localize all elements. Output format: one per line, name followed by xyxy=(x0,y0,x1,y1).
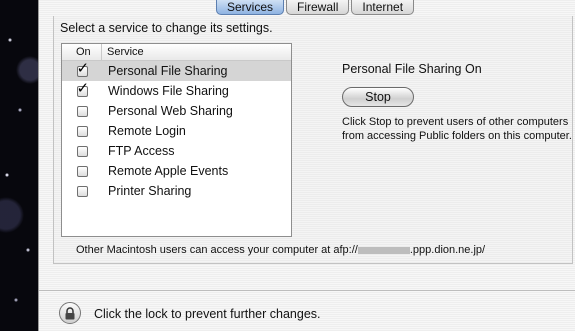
service-label: Personal File Sharing xyxy=(108,64,228,78)
lock-icon xyxy=(65,306,75,319)
service-checkbox[interactable]: ✓ xyxy=(76,60,89,77)
service-row-ftp-access[interactable]: FTP Access xyxy=(62,141,291,161)
lock-caption: Click the lock to prevent further change… xyxy=(94,307,321,321)
tab-internet[interactable]: Internet xyxy=(351,0,415,15)
service-row-remote-apple-events[interactable]: Remote Apple Events xyxy=(62,161,291,181)
checkmark-icon: ✓ xyxy=(76,58,90,77)
service-label: Remote Login xyxy=(108,124,186,138)
stop-help-text: Click Stop to prevent users of other com… xyxy=(342,116,572,142)
afp-address-text: Other Macintosh users can access your co… xyxy=(76,244,485,256)
service-checkbox[interactable] xyxy=(76,165,88,177)
stop-button[interactable]: Stop xyxy=(342,87,414,107)
service-checkbox[interactable] xyxy=(76,105,88,117)
service-label: Remote Apple Events xyxy=(108,164,229,178)
service-checkbox[interactable]: ✓ xyxy=(76,80,89,97)
sharing-preferences-window: Services Firewall Internet Select a serv… xyxy=(38,0,575,331)
afp-prefix: Other Macintosh users can access your co… xyxy=(76,244,358,256)
column-header-on[interactable]: On xyxy=(62,44,102,60)
redacted-address xyxy=(357,246,410,254)
service-row-personal-web-sharing[interactable]: Personal Web Sharing xyxy=(62,101,291,121)
tab-firewall[interactable]: Firewall xyxy=(286,0,350,15)
service-label: Printer Sharing xyxy=(108,184,192,198)
service-status-title: Personal File Sharing On xyxy=(342,62,482,76)
desktop-background xyxy=(0,0,38,331)
service-checkbox[interactable] xyxy=(76,145,88,157)
service-label: Personal Web Sharing xyxy=(108,104,233,118)
tab-services[interactable]: Services xyxy=(216,0,285,15)
service-row-personal-file-sharing[interactable]: ✓ Personal File Sharing xyxy=(62,60,291,81)
lock-button[interactable] xyxy=(59,302,81,324)
tab-bar: Services Firewall Internet xyxy=(216,0,415,16)
list-header: On Service xyxy=(62,44,291,61)
instruction-text: Select a service to change its settings. xyxy=(60,21,273,35)
divider xyxy=(39,290,575,291)
service-checkbox[interactable] xyxy=(76,125,88,137)
checkmark-icon: ✓ xyxy=(76,78,90,97)
services-list[interactable]: On Service ✓ Personal File Sharing ✓ Win… xyxy=(61,43,292,237)
service-row-windows-file-sharing[interactable]: ✓ Windows File Sharing xyxy=(62,80,291,101)
service-row-printer-sharing[interactable]: Printer Sharing xyxy=(62,181,291,201)
service-label: Windows File Sharing xyxy=(108,84,229,98)
service-checkbox[interactable] xyxy=(76,185,88,197)
service-row-remote-login[interactable]: Remote Login xyxy=(62,121,291,141)
service-label: FTP Access xyxy=(108,144,175,158)
afp-suffix: .ppp.dion.ne.jp/ xyxy=(409,244,486,256)
column-header-service[interactable]: Service xyxy=(102,44,144,60)
